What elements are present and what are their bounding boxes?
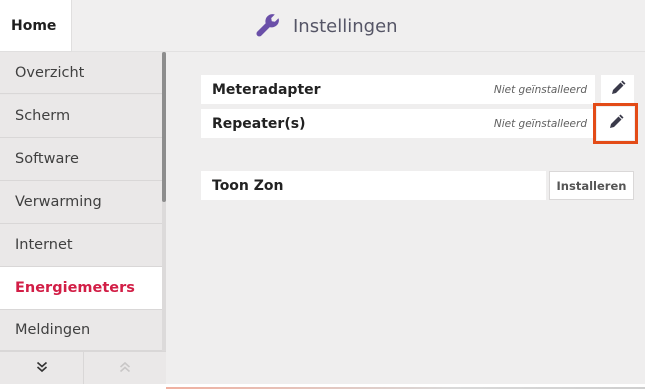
chevron-double-up-icon — [119, 358, 131, 377]
sidebar-item-label: Scherm — [15, 108, 71, 124]
page-title-text: Instellingen — [293, 15, 398, 37]
sidebar-item-label: Overzicht — [15, 64, 85, 81]
sidebar-item-label: Verwarming — [15, 194, 102, 210]
bottom-bar — [0, 384, 645, 390]
row-label: Toon Zon — [212, 177, 284, 194]
scroll-down-button[interactable] — [0, 351, 84, 384]
pencil-icon — [610, 80, 626, 100]
page-title: Instellingen — [255, 0, 398, 52]
sidebar-item-meldingen[interactable]: Meldingen — [0, 310, 162, 351]
status-text: Niet geïnstalleerd — [493, 117, 587, 130]
sidebar-item-verwarming[interactable]: Verwarming — [0, 181, 162, 224]
sidebar-item-energiemeters[interactable]: Energiemeters — [0, 267, 166, 310]
home-button-label: Home — [11, 17, 57, 34]
sidebar-item-software[interactable]: Software — [0, 138, 162, 181]
install-toon-zon-button[interactable]: Installeren — [549, 171, 634, 200]
row-label: Repeater(s) — [212, 115, 306, 132]
list-item-repeaters: Repeater(s) Niet geïnstalleerd — [201, 109, 595, 138]
sidebar-item-overzicht[interactable]: Overzicht — [0, 52, 162, 94]
bottom-accent-line — [166, 387, 645, 389]
edit-repeaters-button[interactable] — [593, 103, 638, 144]
row-label: Meteradapter — [212, 81, 321, 98]
sidebar-item-label: Energiemeters — [15, 280, 135, 296]
pencil-icon — [608, 114, 624, 134]
list-item-meteradapter: Meteradapter Niet geïnstalleerd — [201, 75, 595, 104]
chevron-double-down-icon — [36, 358, 48, 377]
scroll-up-button[interactable] — [84, 351, 166, 384]
sidebar-item-label: Software — [15, 151, 79, 167]
sidebar-item-scherm[interactable]: Scherm — [0, 95, 162, 138]
sidebar-item-label: Meldingen — [15, 322, 91, 338]
sidebar-item-internet[interactable]: Internet — [0, 224, 162, 267]
sidebar-item-label: Internet — [15, 237, 73, 253]
home-button[interactable]: Home — [0, 0, 72, 52]
edit-meteradapter-button[interactable] — [601, 75, 634, 104]
wrench-icon — [255, 13, 281, 39]
status-text: Niet geïnstalleerd — [493, 83, 587, 96]
install-button-label: Installeren — [556, 178, 627, 193]
list-item-toon-zon: Toon Zon — [201, 171, 546, 200]
